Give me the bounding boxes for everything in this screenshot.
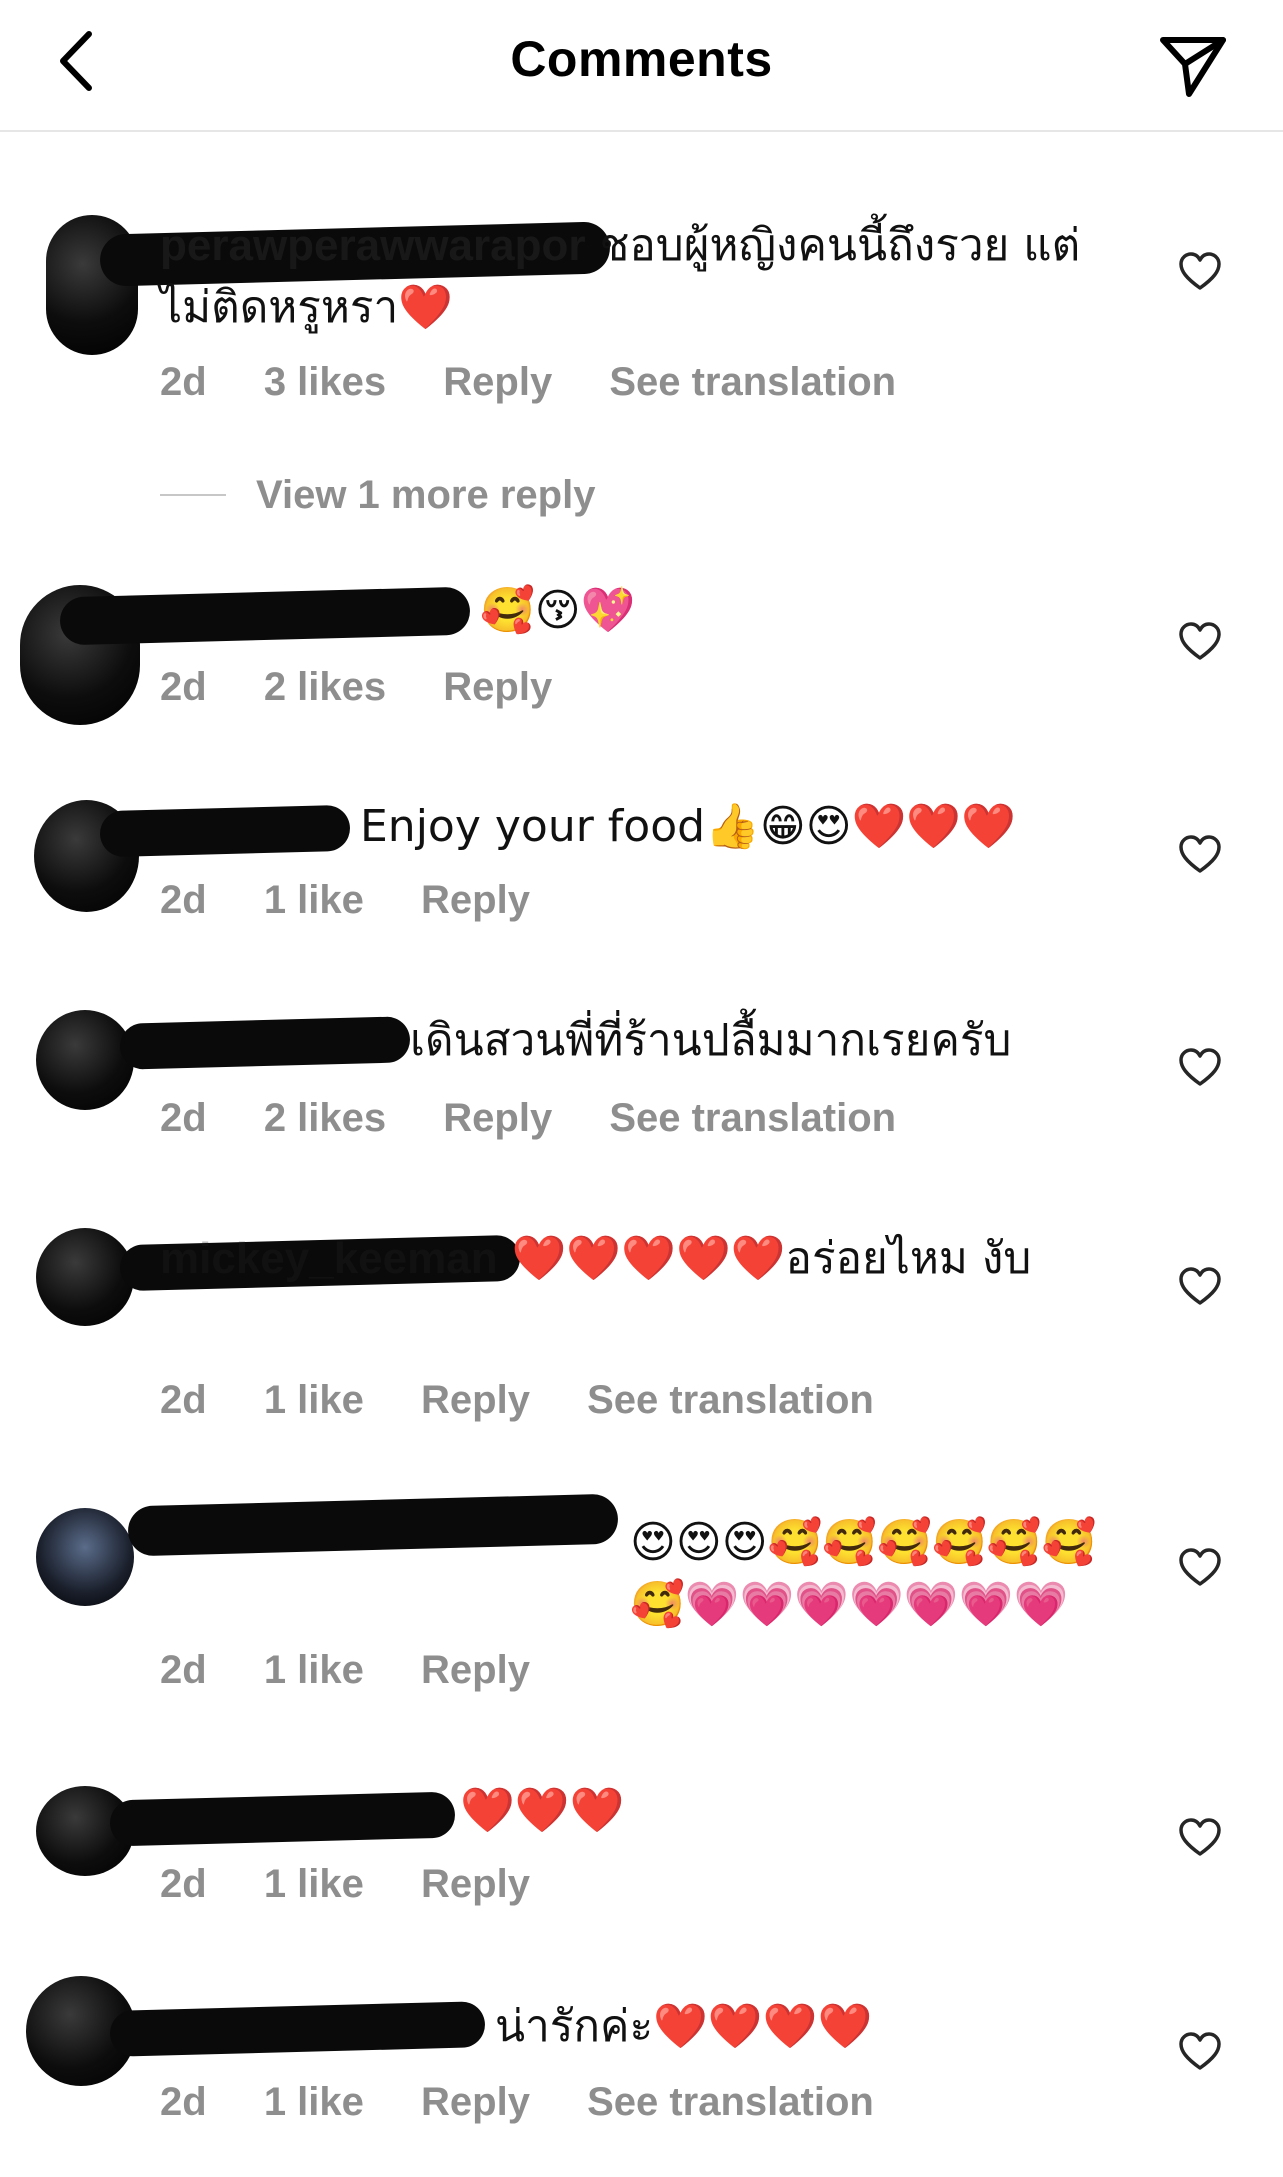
share-button[interactable] <box>1153 26 1233 106</box>
paper-plane-icon <box>1160 37 1226 97</box>
comment-body: เดินสวนพี่ที่ร้านปลื้มมากเรยครับ <box>410 1015 1012 1066</box>
view-more-replies-button[interactable]: View 1 more reply <box>160 470 595 520</box>
reply-button[interactable]: Reply <box>421 878 530 923</box>
likes-count[interactable]: 2 likes <box>264 665 386 710</box>
comment-time: 2d <box>160 1096 207 1140</box>
see-translation-link[interactable]: See translation <box>609 360 896 405</box>
page-title: Comments <box>510 31 773 87</box>
comment-body: น่ารักค่ะ❤️❤️❤️❤️ <box>495 2001 873 2052</box>
likes-count[interactable]: 1 like <box>264 1378 364 1423</box>
heart-icon[interactable] <box>1178 1046 1222 1090</box>
reply-button[interactable]: Reply <box>443 665 552 710</box>
redaction-mark <box>59 586 471 646</box>
heart-icon[interactable] <box>1178 1265 1222 1309</box>
likes-count[interactable]: 1 like <box>264 878 364 923</box>
likes-count[interactable]: 1 like <box>264 1862 364 1907</box>
comment-time: 2d <box>160 360 207 404</box>
comment-text: Enjoy your food👍😁😍❤️❤️❤️ <box>360 796 1120 858</box>
comment-meta: 2d 1 like Reply See translation <box>160 2080 920 2125</box>
comment-meta: 2d 2 likes Reply See translation <box>160 1096 942 1141</box>
reply-button[interactable]: Reply <box>421 1378 530 1423</box>
redaction-mark <box>109 2001 486 2057</box>
redaction-mark <box>99 804 351 858</box>
view-more-replies-label: View 1 more reply <box>256 472 596 517</box>
comment-text: 🥰😚💖 <box>480 580 1120 642</box>
comment-username[interactable]: perawperawwarapor <box>160 215 586 277</box>
see-translation-link[interactable]: See translation <box>587 2080 874 2125</box>
heart-icon[interactable] <box>1178 250 1222 294</box>
comment-meta: 2d 1 like Reply <box>160 1862 576 1907</box>
divider-line <box>160 494 226 496</box>
avatar[interactable] <box>36 1228 134 1326</box>
comment-text: ❤️❤️❤️ <box>460 1780 1120 1842</box>
comment-time: 2d <box>160 1648 207 1692</box>
comment-text: perawperawwarapor ชอบผู้หญิงคนนี้ถึงรวย … <box>160 215 1120 339</box>
reply-button[interactable]: Reply <box>421 1862 530 1907</box>
comment-time: 2d <box>160 878 207 922</box>
reply-button[interactable]: Reply <box>421 1648 530 1693</box>
comment-text: 😍😍😍🥰🥰🥰🥰🥰🥰🥰💗💗💗💗💗💗💗 <box>630 1512 1120 1636</box>
comment-time: 2d <box>160 1862 207 1906</box>
comment-meta: 2d 1 like Reply <box>160 1648 576 1693</box>
heart-icon[interactable] <box>1178 2030 1222 2074</box>
comment-body: ❤️❤️❤️ <box>460 1785 625 1836</box>
comment-body: 🥰😚💖 <box>480 585 636 636</box>
heart-icon[interactable] <box>1178 833 1222 877</box>
reply-button[interactable]: Reply <box>421 2080 530 2125</box>
comment-meta: 2d 1 like Reply See translation <box>160 1378 920 1423</box>
likes-count[interactable]: 1 like <box>264 1648 364 1693</box>
see-translation-link[interactable]: See translation <box>587 1378 874 1423</box>
avatar[interactable] <box>36 1508 134 1606</box>
header-bar: Comments <box>0 0 1283 132</box>
comment-username[interactable]: mickey_keeman <box>160 1228 498 1290</box>
comment-body: Enjoy your food👍😁😍❤️❤️❤️ <box>360 801 1016 852</box>
comment-text: mickey_keeman ❤️❤️❤️❤️❤️อร่อยไหม งับ <box>160 1228 1120 1290</box>
likes-count[interactable]: 1 like <box>264 2080 364 2125</box>
comment-meta: 2d 3 likes Reply See translation <box>160 360 942 405</box>
redaction-mark <box>109 1791 456 1847</box>
comment-time: 2d <box>160 1378 207 1422</box>
avatar[interactable] <box>36 1010 134 1110</box>
heart-icon[interactable] <box>1178 1816 1222 1860</box>
comment-meta: 2d 1 like Reply <box>160 878 576 923</box>
comment-body: 😍😍😍🥰🥰🥰🥰🥰🥰🥰💗💗💗💗💗💗💗 <box>630 1517 1097 1630</box>
reply-button[interactable]: Reply <box>443 360 552 405</box>
likes-count[interactable]: 3 likes <box>264 360 386 405</box>
heart-icon[interactable] <box>1178 620 1222 664</box>
redaction-mark <box>127 1493 619 1557</box>
comment-body: ❤️❤️❤️❤️❤️อร่อยไหม งับ <box>511 1233 1032 1284</box>
see-translation-link[interactable]: See translation <box>609 1096 896 1141</box>
likes-count[interactable]: 2 likes <box>264 1096 386 1141</box>
reply-button[interactable]: Reply <box>443 1096 552 1141</box>
comment-time: 2d <box>160 665 207 709</box>
comment-meta: 2d 2 likes Reply <box>160 665 598 710</box>
redaction-mark <box>119 1016 411 1070</box>
comment-text: น่ารักค่ะ❤️❤️❤️❤️ <box>495 1996 1120 2058</box>
comment-time: 2d <box>160 2080 207 2124</box>
heart-icon[interactable] <box>1178 1546 1222 1590</box>
comment-text: เดินสวนพี่ที่ร้านปลื้มมากเรยครับ <box>410 1010 1120 1072</box>
